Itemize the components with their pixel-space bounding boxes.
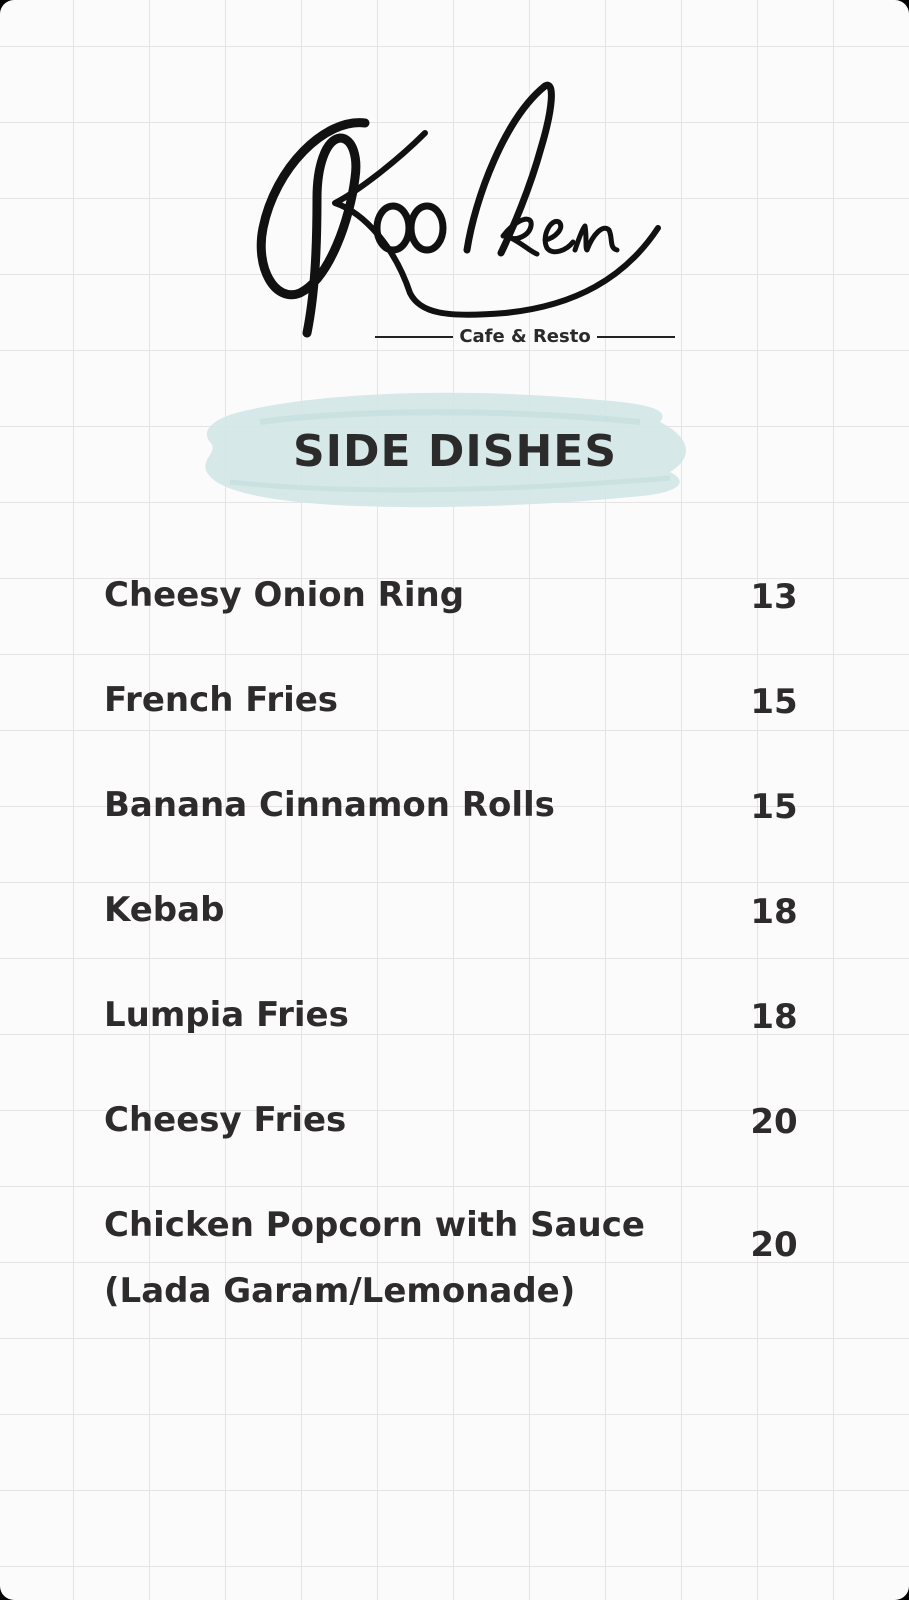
menu-item-name: Cheesy Onion Ring	[104, 575, 465, 615]
brand-tagline: Cafe & Resto	[375, 326, 676, 347]
tagline-text: Cafe & Resto	[459, 326, 591, 347]
menu-item-price: 13	[750, 577, 798, 617]
section-title: SIDE DISHES	[292, 426, 618, 477]
menu-page: Cafe & Resto SIDE DISHES Cheesy Onion Ri…	[0, 0, 909, 1600]
menu-item-name: French Fries	[104, 680, 339, 720]
menu-item: Chicken Popcorn with Sauce (Lada Garam/L…	[104, 1205, 804, 1350]
menu-item-price: 15	[750, 682, 798, 722]
kooken-script-logo	[256, 81, 661, 338]
tagline-rule-left	[375, 335, 454, 338]
menu-item-price: 18	[750, 892, 798, 932]
menu-item-name: Lumpia Fries	[104, 995, 349, 1035]
menu-item-name: Kebab	[104, 890, 225, 930]
menu-item-price: 18	[750, 997, 798, 1037]
menu-item-name: Banana Cinnamon Rolls	[104, 785, 555, 825]
menu-item-price: 15	[750, 787, 798, 827]
menu-item-name: Cheesy Fries	[104, 1100, 347, 1140]
menu-item-name: Chicken Popcorn with Sauce (Lada Garam/L…	[104, 1205, 645, 1312]
section-header: SIDE DISHES	[200, 382, 710, 522]
menu-item-price: 20	[750, 1102, 798, 1142]
brand-logo: Cafe & Resto	[255, 78, 676, 358]
menu-item-price: 20	[750, 1225, 798, 1265]
tagline-rule-right	[596, 335, 676, 338]
menu-list: Cheesy Onion Ring 13 French Fries 15 Ban…	[104, 575, 804, 1350]
